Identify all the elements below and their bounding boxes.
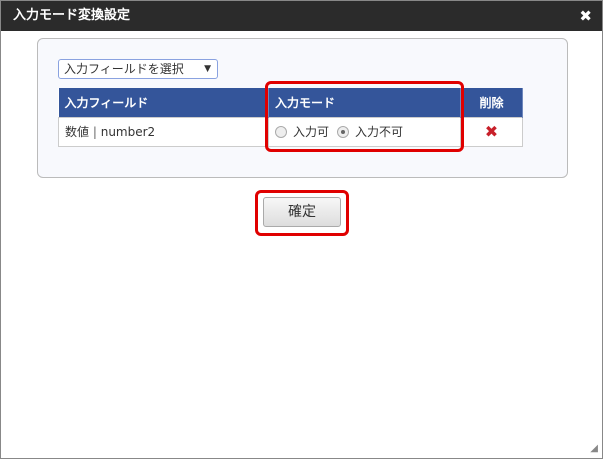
dialog-title: 入力モード変換設定 bbox=[13, 8, 131, 23]
field-type: 数値 bbox=[65, 125, 90, 139]
field-select[interactable]: 入力フィールドを選択 ▼ bbox=[58, 59, 218, 79]
dialog-titlebar[interactable]: 入力モード変換設定 ✖ bbox=[1, 1, 602, 31]
field-name: number2 bbox=[100, 125, 156, 139]
close-icon[interactable]: ✖ bbox=[579, 1, 592, 31]
dialog: 入力モード変換設定 ✖ 入力フィールドを選択 ▼ 入力フィールド 入力モード 削除 数値… bbox=[0, 0, 603, 459]
dropdown-arrow-icon: ▼ bbox=[204, 64, 211, 74]
highlight-mode-column bbox=[265, 81, 464, 152]
delete-icon[interactable]: ✖ bbox=[485, 122, 498, 141]
resize-grip-icon[interactable]: ◢ bbox=[590, 443, 598, 454]
field-cell: 数値 | number2 bbox=[58, 116, 269, 147]
separator: | bbox=[92, 125, 97, 139]
confirm-button[interactable]: 確定 bbox=[263, 197, 341, 227]
header-field: 入力フィールド bbox=[58, 88, 269, 117]
delete-cell: ✖ bbox=[460, 116, 523, 147]
field-select-value: 入力フィールドを選択 bbox=[64, 62, 184, 76]
header-delete: 削除 bbox=[460, 88, 523, 117]
